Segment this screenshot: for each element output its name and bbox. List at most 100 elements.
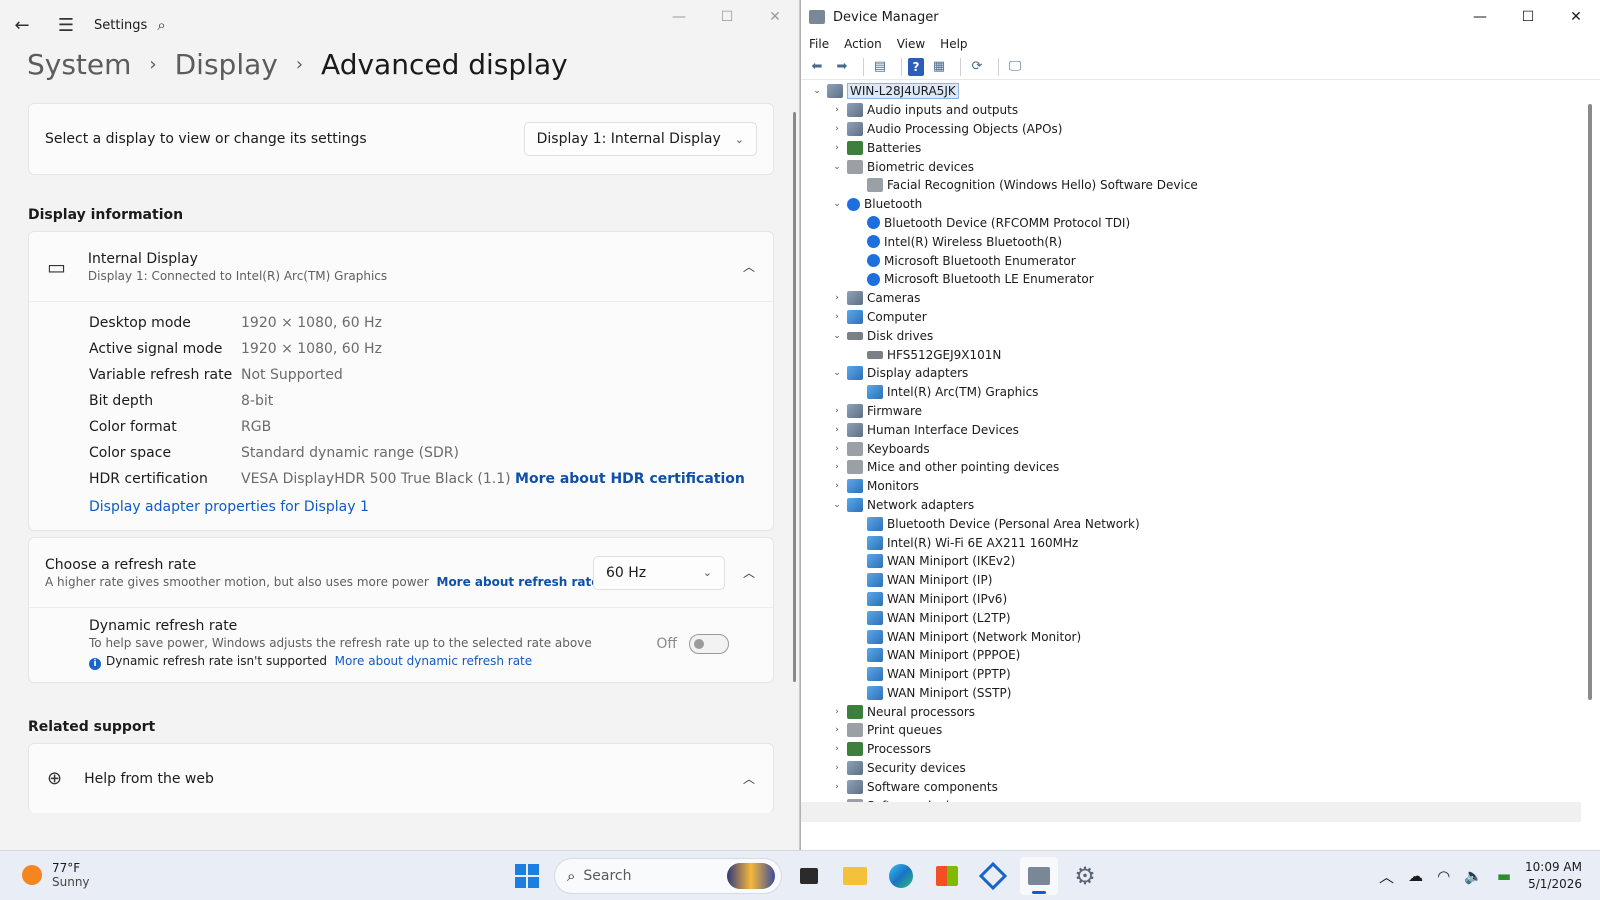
tree-node[interactable]: WAN Miniport (IPv6) [803, 590, 1583, 609]
chevron-right-icon[interactable]: › [829, 406, 845, 416]
forward-arrow-icon[interactable]: ➡ [832, 58, 852, 76]
chevron-right-icon[interactable]: › [829, 725, 845, 735]
close-button[interactable]: ✕ [751, 0, 799, 34]
chevron-down-icon[interactable]: ⌄ [809, 86, 825, 96]
tree-node[interactable]: › Processors [803, 740, 1583, 759]
tree-node[interactable]: Microsoft Bluetooth LE Enumerator [803, 270, 1583, 289]
chevron-right-icon[interactable]: › [829, 707, 845, 717]
search-icon[interactable]: ⌕ [157, 16, 165, 34]
tree-node[interactable]: › Batteries [803, 138, 1583, 157]
chevron-right-icon[interactable]: › [829, 143, 845, 153]
dynamic-refresh-toggle[interactable] [689, 634, 729, 654]
chevron-down-icon[interactable]: ⌄ [829, 331, 845, 341]
store-button[interactable] [928, 857, 966, 895]
tree-node[interactable]: › Firmware [803, 402, 1583, 421]
chevron-down-icon[interactable]: ⌄ [829, 162, 845, 172]
tree-node[interactable]: › Audio Processing Objects (APOs) [803, 120, 1583, 139]
tree-node[interactable]: WAN Miniport (L2TP) [803, 608, 1583, 627]
chevron-right-icon[interactable]: › [829, 293, 845, 303]
tree-node[interactable]: › Cameras [803, 289, 1583, 308]
help-from-web-card[interactable]: ⊕ Help from the web ︿ [28, 743, 774, 813]
file-explorer-button[interactable] [836, 857, 874, 895]
chevron-down-icon[interactable]: ⌄ [829, 199, 845, 209]
chevron-right-icon[interactable]: › [829, 312, 845, 322]
tree-node[interactable]: Intel(R) Arc(TM) Graphics [803, 383, 1583, 402]
view-icon[interactable]: ▦ [929, 58, 949, 76]
chevron-down-icon[interactable]: ⌄ [829, 368, 845, 378]
adapter-properties-link[interactable]: Display adapter properties for Display 1 [89, 499, 369, 515]
device-tree-vertical-scrollbar[interactable] [1588, 104, 1592, 700]
chevron-right-icon[interactable]: › [829, 763, 845, 773]
tree-node[interactable]: ⌄ Network adapters [803, 496, 1583, 515]
back-arrow-icon[interactable]: ⬅ [807, 58, 827, 76]
tree-node[interactable]: ⌄ Disk drives [803, 326, 1583, 345]
tree-node[interactable]: Microsoft Bluetooth Enumerator [803, 251, 1583, 270]
help-icon[interactable]: ? [908, 57, 924, 76]
tree-node[interactable]: › Audio inputs and outputs [803, 101, 1583, 120]
menu-file[interactable]: File [809, 37, 829, 51]
tree-root[interactable]: ⌄ WIN-L28J4URA5JK [803, 82, 1583, 101]
maximize-button[interactable]: ☐ [1504, 0, 1552, 34]
task-view-button[interactable] [790, 857, 828, 895]
breadcrumb-system[interactable]: System [27, 48, 131, 81]
chevron-down-icon[interactable]: ⌄ [829, 500, 845, 510]
battery-icon[interactable]: ▬ [1497, 867, 1511, 885]
taskbar-search[interactable]: ⌕ Search [554, 858, 782, 894]
chevron-right-icon[interactable]: › [829, 124, 845, 134]
refresh-rate-link[interactable]: More about refresh rate [437, 575, 600, 589]
maximize-button[interactable]: ☐ [703, 0, 751, 34]
device-manager-taskbar-button[interactable] [1020, 857, 1058, 895]
chevron-up-icon[interactable]: ︿ [743, 564, 755, 581]
chevron-right-icon[interactable]: › [829, 481, 845, 491]
tree-node[interactable]: ⌄ Display adapters [803, 364, 1583, 383]
weather-widget[interactable]: 77°F Sunny [22, 861, 90, 889]
hamburger-menu-icon[interactable]: ☰ [44, 0, 88, 50]
monitor-icon[interactable]: 🖵 [1005, 58, 1025, 76]
display-select-dropdown[interactable]: Display 1: Internal Display ⌄ [523, 122, 757, 156]
tree-node[interactable]: › Computer [803, 308, 1583, 327]
tree-node[interactable]: › Neural processors [803, 702, 1583, 721]
app-diamond-button[interactable] [974, 857, 1012, 895]
chevron-right-icon[interactable]: › [829, 425, 845, 435]
breadcrumb-display[interactable]: Display [175, 48, 278, 81]
tree-node[interactable]: ⌄ Bluetooth [803, 195, 1583, 214]
tree-node[interactable]: Intel(R) Wi-Fi 6E AX211 160MHz [803, 533, 1583, 552]
properties-icon[interactable]: ▤ [870, 58, 890, 76]
tree-node[interactable]: › Keyboards [803, 439, 1583, 458]
settings-scrollbar[interactable] [793, 112, 796, 682]
wifi-icon[interactable]: ◠ [1437, 867, 1450, 885]
refresh-rate-dropdown[interactable]: 60 Hz ⌄ [593, 555, 725, 590]
minimize-button[interactable]: — [655, 0, 703, 34]
minimize-button[interactable]: — [1456, 0, 1504, 34]
tree-node[interactable]: WAN Miniport (IP) [803, 571, 1583, 590]
menu-help[interactable]: Help [940, 37, 967, 51]
device-tree-horizontal-scrollbar[interactable] [801, 802, 1581, 822]
menu-action[interactable]: Action [844, 37, 882, 51]
chevron-up-icon[interactable]: ︿ [743, 770, 755, 787]
menu-view[interactable]: View [897, 37, 925, 51]
tree-node[interactable]: Facial Recognition (Windows Hello) Softw… [803, 176, 1583, 195]
hdr-certification-link[interactable]: More about HDR certification [515, 471, 745, 487]
tree-node[interactable]: Intel(R) Wireless Bluetooth(R) [803, 232, 1583, 251]
tree-node[interactable]: › Print queues [803, 721, 1583, 740]
chevron-up-icon[interactable]: ︿ [743, 258, 755, 275]
tree-node[interactable]: › Human Interface Devices [803, 420, 1583, 439]
tree-node[interactable]: WAN Miniport (Network Monitor) [803, 627, 1583, 646]
edge-button[interactable] [882, 857, 920, 895]
tree-node[interactable]: WAN Miniport (IKEv2) [803, 552, 1583, 571]
tree-node[interactable]: ⌄ Biometric devices [803, 157, 1583, 176]
chevron-right-icon[interactable]: › [829, 444, 845, 454]
chevron-right-icon[interactable]: › [829, 105, 845, 115]
scan-hardware-icon[interactable]: ⟳ [967, 58, 987, 76]
chevron-up-icon[interactable]: ︿ [1379, 866, 1394, 887]
volume-icon[interactable]: 🔈 [1464, 867, 1483, 885]
back-arrow-icon[interactable]: ← [0, 0, 44, 50]
tree-node[interactable]: › Security devices [803, 759, 1583, 778]
tree-node[interactable]: › Software components [803, 777, 1583, 796]
tree-node[interactable]: Bluetooth Device (Personal Area Network) [803, 514, 1583, 533]
display-info-header[interactable]: ▭ Internal Display Display 1: Connected … [29, 232, 773, 302]
start-button[interactable] [508, 857, 546, 895]
tree-node[interactable]: WAN Miniport (PPPOE) [803, 646, 1583, 665]
chevron-right-icon[interactable]: › [829, 744, 845, 754]
close-button[interactable]: ✕ [1552, 0, 1600, 34]
